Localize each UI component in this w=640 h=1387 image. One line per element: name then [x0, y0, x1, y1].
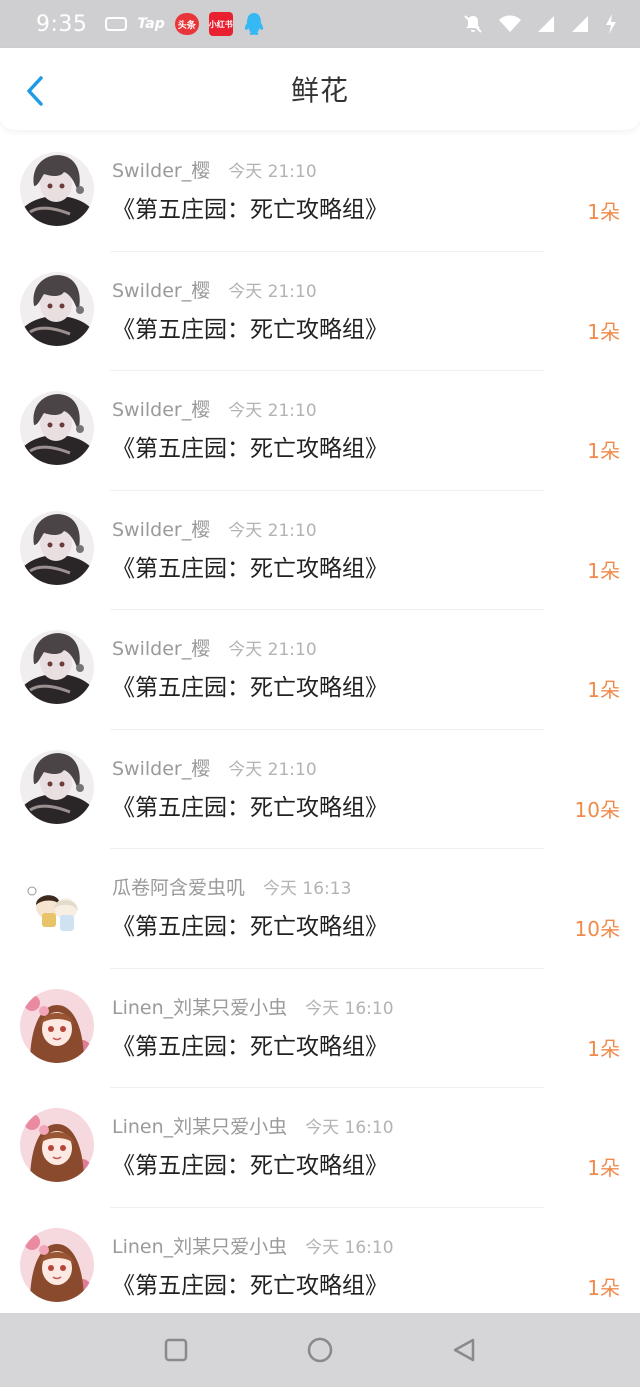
avatar[interactable] — [20, 510, 94, 585]
avatar[interactable] — [20, 391, 94, 465]
flower-count: 1朵 — [587, 558, 620, 583]
signal-icon-2 — [572, 16, 588, 32]
bell-off-icon — [464, 15, 482, 33]
timestamp: 今天 21:10 — [228, 401, 317, 421]
row-meta: Swilder_樱 今天 21:10 — [112, 754, 317, 781]
circle-icon — [307, 1337, 333, 1363]
row-meta: Swilder_樱 今天 21:10 — [112, 276, 317, 303]
flower-count: 1朵 — [587, 200, 620, 224]
triangle-back-icon — [453, 1338, 475, 1362]
row-meta: Linen_刘某只爱小虫 今天 16:10 — [112, 1232, 394, 1259]
avatar[interactable] — [20, 869, 94, 943]
list-item[interactable]: Linen_刘某只爱小虫 今天 16:10 《第五庄园：死亡攻略组》 1朵 — [0, 1088, 640, 1208]
username[interactable]: Linen_刘某只爱小虫 — [112, 1112, 287, 1139]
row-meta: Linen_刘某只爱小虫 今天 16:10 — [112, 993, 394, 1020]
username[interactable]: Swilder_樱 — [112, 395, 210, 422]
flower-count: 1朵 — [587, 1275, 620, 1300]
book-title[interactable]: 《第五庄园：死亡攻略组》 — [112, 1027, 388, 1061]
xiaohongshu-icon: 小红书 — [208, 12, 233, 36]
timestamp: 今天 16:10 — [305, 1237, 394, 1258]
flower-count: 1朵 — [587, 678, 620, 702]
home-button[interactable] — [302, 1332, 338, 1368]
system-nav-bar — [0, 1313, 640, 1387]
username[interactable]: Swilder_樱 — [112, 634, 210, 661]
username[interactable]: Swilder_樱 — [112, 515, 210, 542]
list-item[interactable]: Swilder_樱 今天 21:10 《第五庄园：死亡攻略组》 1朵 — [0, 252, 640, 371]
username[interactable]: 瓜卷阿含爱虫叽 — [112, 873, 245, 900]
header-bar: 鲜花 — [0, 48, 640, 130]
list-item[interactable]: Swilder_樱 今天 21:10 《第五庄园：死亡攻略组》 1朵 — [0, 491, 640, 610]
book-title[interactable]: 《第五庄园：死亡攻略组》 — [112, 549, 388, 583]
qq-icon — [243, 12, 265, 36]
timestamp: 今天 21:10 — [228, 162, 317, 182]
back-button[interactable] — [18, 74, 52, 108]
row-meta: 瓜卷阿含爱虫叽 今天 16:13 — [112, 873, 351, 900]
avatar[interactable] — [20, 749, 94, 824]
username[interactable]: Swilder_樱 — [112, 276, 210, 303]
list-item[interactable]: 瓜卷阿含爱虫叽 今天 16:13 《第五庄园：死亡攻略组》 10朵 — [0, 849, 640, 969]
avatar[interactable] — [20, 1227, 94, 1302]
list-item[interactable]: Swilder_樱 今天 21:10 《第五庄园：死亡攻略组》 1朵 — [0, 132, 640, 252]
avatar[interactable] — [20, 988, 94, 1063]
flower-count: 10朵 — [574, 917, 620, 941]
recent-apps-button[interactable] — [158, 1332, 194, 1368]
timestamp: 今天 21:10 — [228, 520, 317, 541]
row-meta: Swilder_樱 今天 21:10 — [112, 395, 317, 422]
book-title[interactable]: 《第五庄园：死亡攻略组》 — [112, 788, 388, 822]
square-icon — [164, 1338, 188, 1362]
timestamp: 今天 16:13 — [263, 879, 352, 899]
username[interactable]: Swilder_樱 — [112, 156, 210, 183]
list-item[interactable]: Linen_刘某只爱小虫 今天 16:10 《第五庄园：死亡攻略组》 1朵 — [0, 1208, 640, 1327]
timestamp: 今天 21:10 — [228, 281, 317, 302]
flower-count: 1朵 — [587, 1036, 620, 1061]
book-title[interactable]: 《第五庄园：死亡攻略组》 — [112, 907, 388, 941]
flower-gift-list: Swilder_樱 今天 21:10 《第五庄园：死亡攻略组》 1朵 Swilder_… — [0, 132, 640, 1327]
row-meta: Swilder_樱 今天 21:10 — [112, 634, 317, 661]
avatar[interactable] — [20, 630, 94, 704]
toutiao-icon: 头条 — [174, 13, 199, 35]
username[interactable]: Linen_刘某只爱小虫 — [112, 993, 287, 1020]
flower-count: 1朵 — [587, 1156, 620, 1180]
timestamp: 今天 16:10 — [305, 998, 394, 1019]
wifi-icon — [499, 15, 521, 32]
avatar[interactable] — [20, 271, 94, 346]
username[interactable]: Linen_刘某只爱小虫 — [112, 1232, 287, 1259]
list-item[interactable]: Swilder_樱 今天 21:10 《第五庄园：死亡攻略组》 1朵 — [0, 371, 640, 491]
book-title[interactable]: 《第五庄园：死亡攻略组》 — [112, 310, 388, 344]
avatar[interactable] — [20, 1108, 94, 1182]
flower-count: 10朵 — [574, 797, 620, 822]
list-item[interactable]: Swilder_樱 今天 21:10 《第五庄园：死亡攻略组》 10朵 — [0, 730, 640, 849]
back-nav-button[interactable] — [446, 1332, 482, 1368]
row-meta: Swilder_樱 今天 21:10 — [112, 156, 317, 183]
flower-count: 1朵 — [587, 319, 620, 344]
book-title[interactable]: 《第五庄园：死亡攻略组》 — [112, 1266, 388, 1300]
book-title[interactable]: 《第五庄园：死亡攻略组》 — [112, 429, 388, 463]
timestamp: 今天 21:10 — [228, 640, 317, 660]
timestamp: 今天 16:10 — [305, 1118, 394, 1138]
page-title: 鲜花 — [290, 74, 349, 107]
list-item[interactable]: Swilder_樱 今天 21:10 《第五庄园：死亡攻略组》 1朵 — [0, 610, 640, 730]
battery-charging-icon — [606, 14, 616, 34]
book-title[interactable]: 《第五庄园：死亡攻略组》 — [112, 1146, 388, 1180]
username[interactable]: Swilder_樱 — [112, 754, 210, 781]
chevron-left-icon — [27, 76, 43, 106]
status-bar: 9:35 Tap 头条 小红书 — [0, 0, 640, 48]
timestamp: 今天 21:10 — [228, 759, 317, 780]
status-right-icons — [462, 13, 618, 35]
signal-icon — [538, 16, 554, 32]
book-title[interactable]: 《第五庄园：死亡攻略组》 — [112, 668, 388, 702]
avatar[interactable] — [20, 152, 94, 226]
row-meta: Linen_刘某只爱小虫 今天 16:10 — [112, 1112, 394, 1139]
row-meta: Swilder_樱 今天 21:10 — [112, 515, 317, 542]
status-time: 9:35 — [36, 11, 88, 37]
taptap-icon: Tap — [137, 16, 165, 32]
list-item[interactable]: Linen_刘某只爱小虫 今天 16:10 《第五庄园：死亡攻略组》 1朵 — [0, 969, 640, 1088]
gamepad-icon — [105, 17, 128, 31]
flower-count: 1朵 — [587, 439, 620, 463]
book-title[interactable]: 《第五庄园：死亡攻略组》 — [112, 190, 388, 224]
